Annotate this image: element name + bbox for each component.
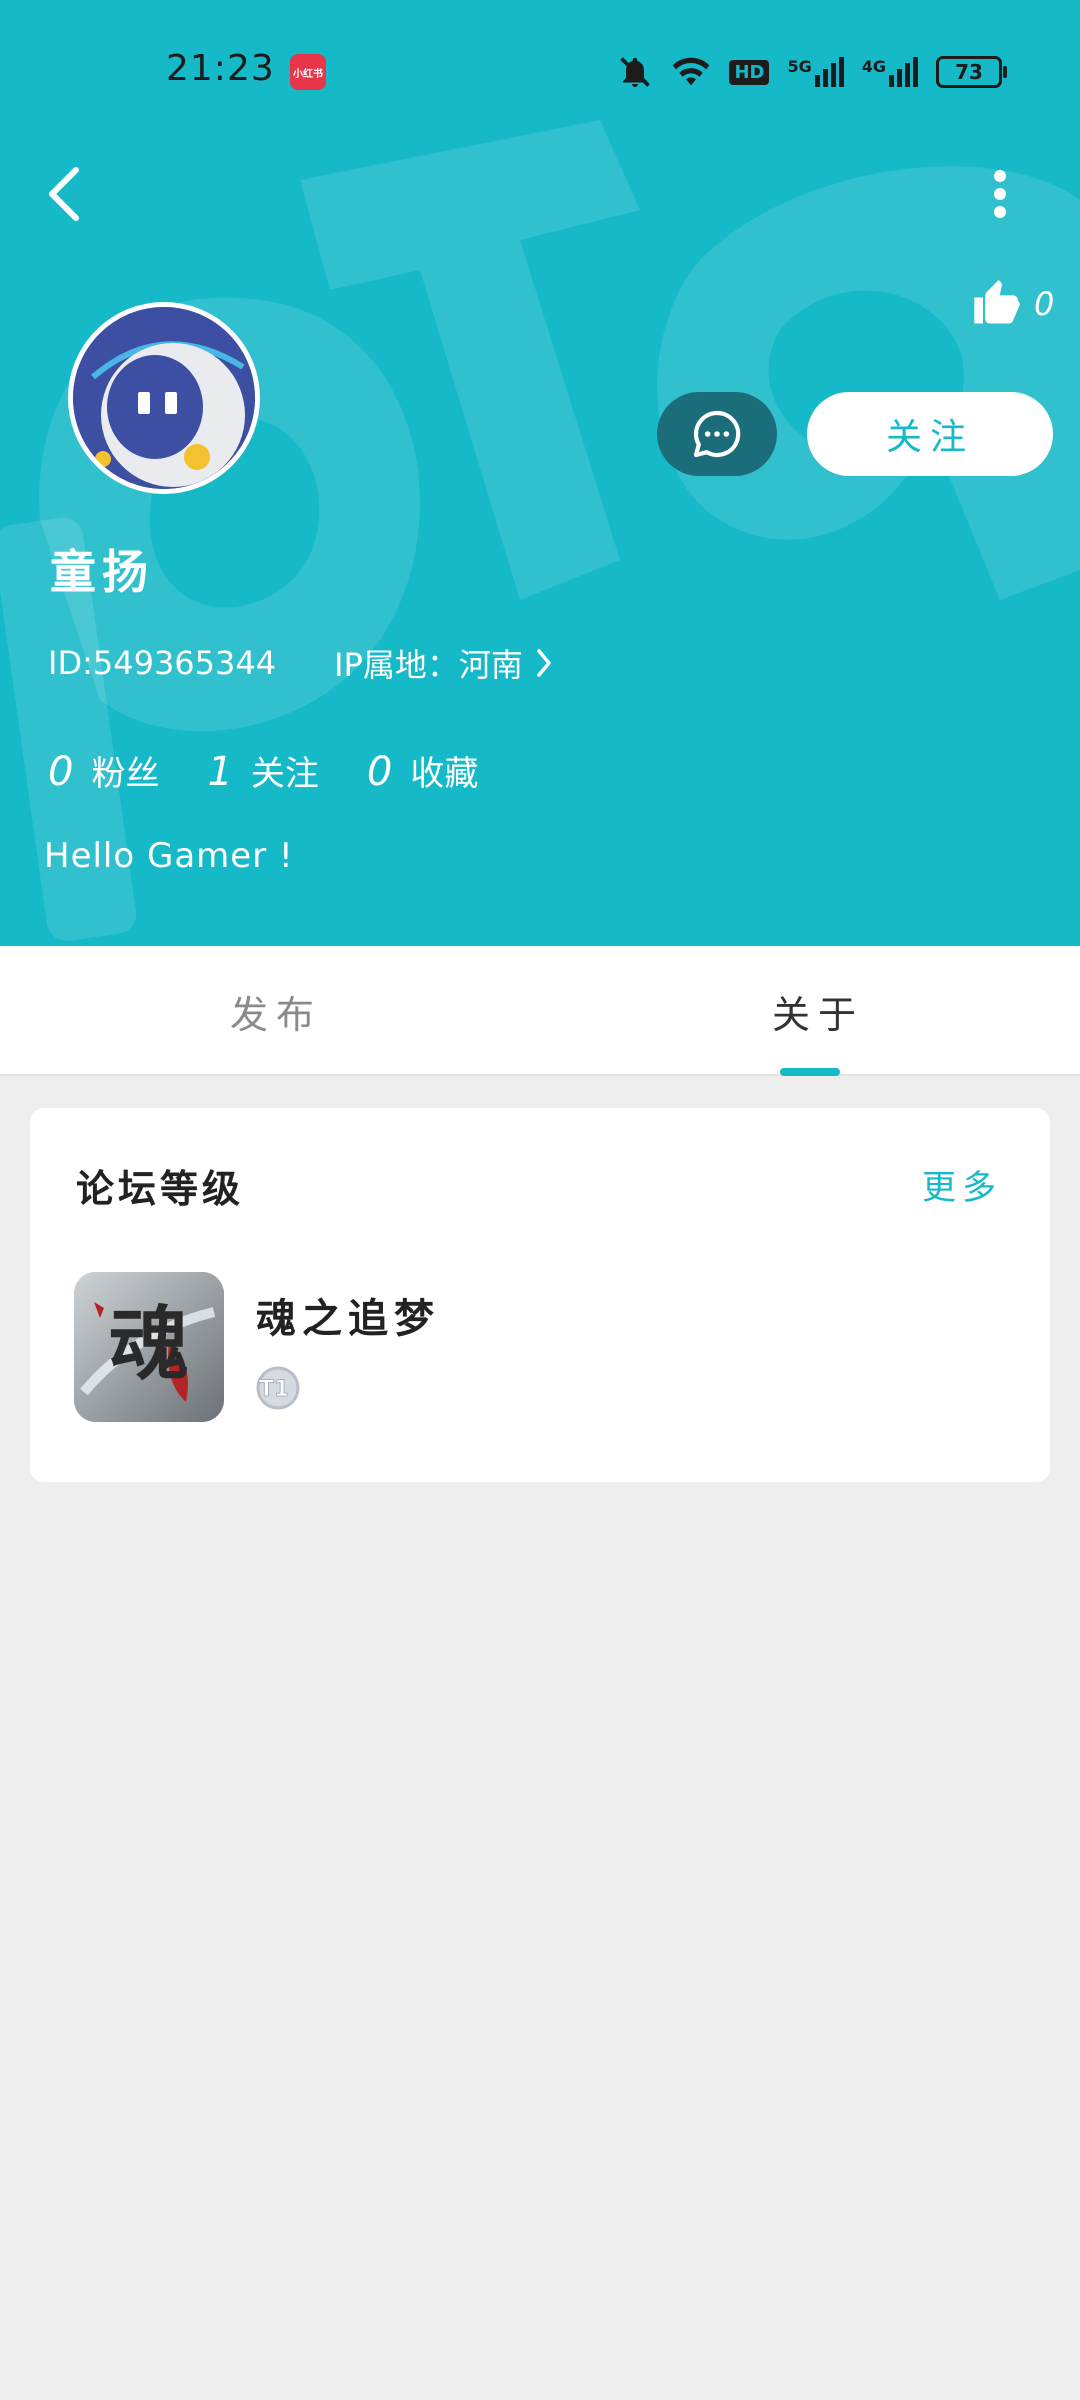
signal-5g: 5G bbox=[787, 57, 844, 87]
stat-favorites[interactable]: 0 收藏 bbox=[367, 746, 478, 795]
wifi-icon bbox=[673, 57, 710, 86]
app-notification-badge: 小红书 bbox=[290, 54, 326, 90]
avatar[interactable] bbox=[68, 302, 260, 494]
signal-4g: 4G bbox=[862, 57, 918, 87]
game-icon-glyph: 魂 bbox=[109, 1297, 189, 1391]
more-link[interactable]: 更多 bbox=[922, 1160, 1002, 1209]
chat-bubble-icon bbox=[693, 410, 741, 458]
forum-level-card: 论坛等级 更多 魂 魂之追梦 T1 bbox=[30, 1108, 1050, 1482]
status-bar: 21:23 小红书 HD 5G 4G 73 bbox=[0, 40, 1080, 104]
like-count: 0 bbox=[1034, 285, 1055, 323]
stat-label: 收藏 bbox=[410, 754, 479, 794]
chevron-right-icon bbox=[537, 649, 551, 677]
username: 童扬 bbox=[50, 545, 154, 599]
user-id: ID:549365344 bbox=[48, 644, 277, 682]
stat-label: 关注 bbox=[250, 754, 319, 794]
thumbs-up-icon bbox=[974, 280, 1020, 324]
stat-number: 0 bbox=[366, 749, 393, 795]
hd-badge: HD bbox=[729, 59, 770, 85]
status-time: 21:23 bbox=[166, 48, 275, 89]
profile-header: 21:23 小红书 HD 5G 4G 73 0 关注 童扬 ID:5493653… bbox=[0, 0, 1080, 946]
stats-row: 0 粉丝 1 关注 0 收藏 bbox=[48, 746, 478, 795]
stat-number: 1 bbox=[207, 749, 233, 795]
status-icons: HD 5G 4G 73 bbox=[617, 50, 1007, 94]
card-title: 论坛等级 bbox=[76, 1167, 245, 1211]
robot-avatar-image bbox=[73, 307, 255, 489]
follow-button[interactable]: 关注 bbox=[807, 392, 1053, 476]
stat-number: 0 bbox=[48, 749, 74, 795]
level-badge-icon: T1 bbox=[256, 1366, 300, 1410]
game-icon-image: 魂 bbox=[74, 1272, 224, 1422]
stat-fans[interactable]: 0 粉丝 bbox=[48, 746, 159, 795]
id-ip-row[interactable]: ID:549365344 IP属地：河南 bbox=[48, 640, 555, 686]
bell-off-icon bbox=[620, 57, 651, 87]
back-chevron-icon[interactable] bbox=[42, 164, 86, 224]
stat-label: 粉丝 bbox=[91, 754, 160, 794]
stat-following[interactable]: 1 关注 bbox=[207, 746, 318, 795]
game-name: 魂之追梦 bbox=[256, 1296, 440, 1342]
tab-about[interactable]: 关于 bbox=[772, 984, 864, 1039]
tab-publish[interactable]: 发布 bbox=[230, 984, 322, 1039]
user-bio: Hello Gamer ! bbox=[44, 836, 294, 876]
game-icon[interactable]: 魂 bbox=[74, 1272, 224, 1422]
tab-bar: 发布 关于 bbox=[0, 946, 1080, 1076]
ip-location: IP属地：河南 bbox=[334, 646, 523, 684]
message-button[interactable] bbox=[657, 392, 777, 476]
like-button[interactable]: 0 bbox=[970, 278, 1054, 330]
active-tab-indicator bbox=[780, 1068, 840, 1076]
level-badge-label: T1 bbox=[259, 1377, 289, 1402]
more-vertical-icon[interactable] bbox=[982, 164, 1018, 224]
battery-indicator: 73 bbox=[936, 56, 1007, 88]
